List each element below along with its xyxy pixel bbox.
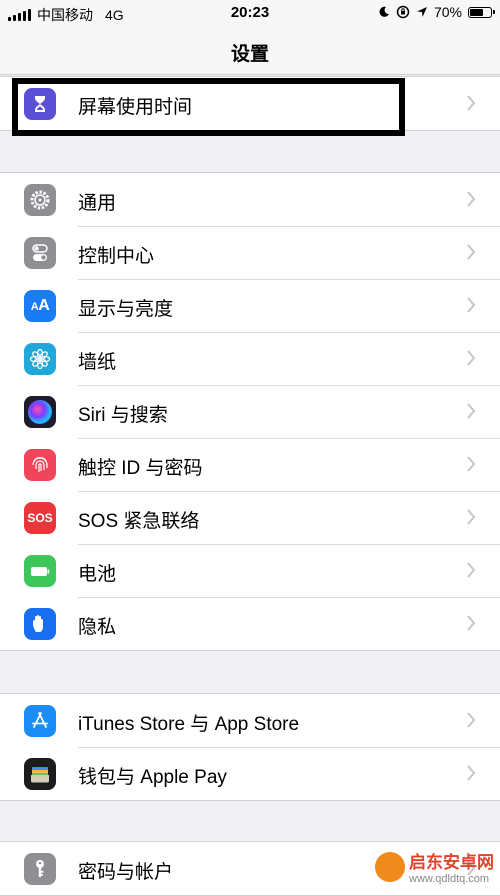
settings-row-touch-id[interactable]: 触控 ID 与密码 [0, 438, 500, 491]
watermark-logo-icon [375, 851, 405, 882]
row-label: 钱包与 Apple Pay [78, 767, 227, 788]
flower-icon [24, 343, 56, 375]
settings-group-general: 通用 控制中心 AA 显示与亮度 墙纸 Siri 与搜索 触控 ID 与密码 S… [0, 172, 500, 651]
chevron-right-icon [467, 765, 476, 781]
row-label: SOS 紧急联络 [78, 511, 200, 532]
watermark: 启东安卓网 www.qdldtq.com [375, 848, 494, 885]
row-label: 电池 [78, 564, 117, 585]
location-icon [416, 7, 427, 17]
row-label: 显示与亮度 [78, 299, 174, 320]
chevron-right-icon [467, 456, 476, 472]
row-label: 通用 [78, 193, 117, 214]
chevron-right-icon [467, 244, 476, 260]
battery-icon [468, 6, 495, 18]
row-label: iTunes Store 与 App Store [78, 714, 300, 735]
settings-row-wallet[interactable]: 钱包与 Apple Pay [0, 747, 500, 800]
key-icon [24, 853, 56, 885]
chevron-right-icon [467, 95, 476, 111]
row-label: 触控 ID 与密码 [78, 458, 203, 479]
status-bar: 中国移动 4G 20:23 70% [0, 0, 500, 28]
settings-row-wallpaper[interactable]: 墙纸 [0, 332, 500, 385]
chevron-right-icon [467, 350, 476, 366]
fingerprint-icon [24, 449, 56, 481]
battery-icon [24, 555, 56, 587]
row-label: 墙纸 [78, 352, 117, 373]
chevron-right-icon [467, 615, 476, 631]
sos-icon: SOS [24, 502, 56, 534]
hand-icon [24, 608, 56, 640]
wallet-icon [24, 758, 56, 790]
siri-icon [24, 396, 56, 428]
text-size-icon: AA [24, 290, 56, 322]
settings-row-general[interactable]: 通用 [0, 173, 500, 226]
page-title: 设置 [230, 44, 269, 65]
chevron-right-icon [467, 509, 476, 525]
highlight-box [12, 78, 405, 136]
settings-row-app-store[interactable]: iTunes Store 与 App Store [0, 694, 500, 747]
moon-icon [379, 6, 389, 17]
row-label: 隐私 [78, 617, 117, 638]
chevron-right-icon [467, 297, 476, 313]
settings-row-siri[interactable]: Siri 与搜索 [0, 385, 500, 438]
settings-group-store: iTunes Store 与 App Store 钱包与 Apple Pay [0, 693, 500, 801]
chevron-right-icon [467, 562, 476, 578]
status-right: 70% [378, 4, 495, 20]
row-label: Siri 与搜索 [78, 405, 168, 426]
settings-row-sos[interactable]: SOS SOS 紧急联络 [0, 491, 500, 544]
nav-bar: 设置 [0, 28, 500, 75]
gear-icon [24, 184, 56, 216]
battery-percent: 70% [433, 4, 462, 20]
row-label: 控制中心 [78, 246, 155, 267]
sos-icon-text: SOS [27, 511, 53, 525]
watermark-text: 启东安卓网 [409, 853, 494, 872]
settings-row-control-center[interactable]: 控制中心 [0, 226, 500, 279]
app-store-icon [24, 705, 56, 737]
row-label: 密码与帐户 [78, 862, 174, 883]
settings-row-display[interactable]: AA 显示与亮度 [0, 279, 500, 332]
settings-row-battery[interactable]: 电池 [0, 544, 500, 597]
lock-rotation-icon [396, 5, 410, 19]
chevron-right-icon [467, 403, 476, 419]
toggle-icon [24, 237, 56, 269]
settings-row-privacy[interactable]: 隐私 [0, 597, 500, 650]
battery-level [470, 8, 484, 16]
chevron-right-icon [467, 191, 476, 207]
watermark-url: www.qdldtq.com [409, 873, 490, 885]
chevron-right-icon [467, 712, 476, 728]
